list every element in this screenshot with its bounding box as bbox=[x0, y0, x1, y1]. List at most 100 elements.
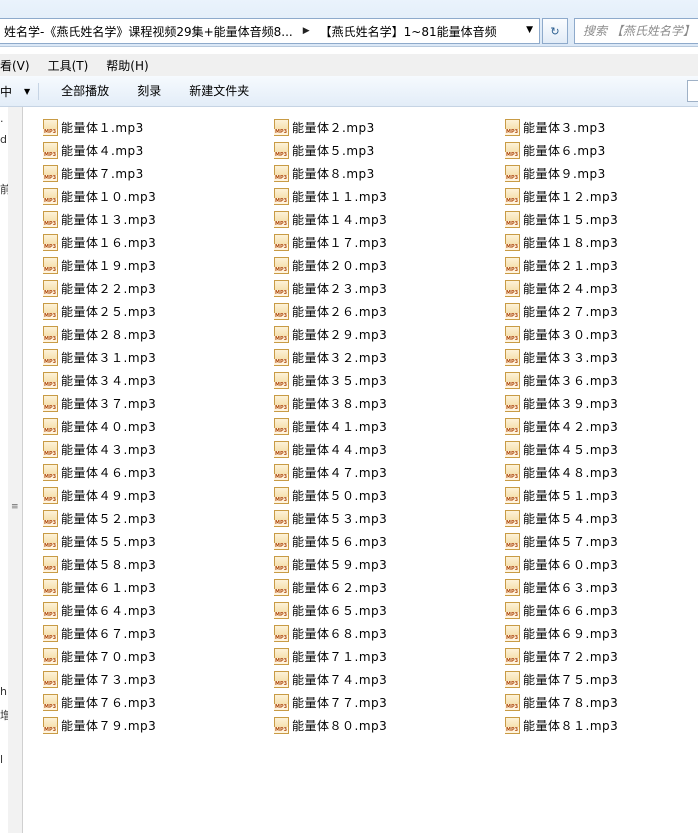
file-item[interactable]: 能量体４.mp3 bbox=[43, 139, 274, 162]
file-item[interactable]: 能量体６８.mp3 bbox=[274, 622, 505, 645]
file-item[interactable]: 能量体５８.mp3 bbox=[43, 553, 274, 576]
file-item[interactable]: 能量体２２.mp3 bbox=[43, 277, 274, 300]
file-item[interactable]: 能量体５５.mp3 bbox=[43, 530, 274, 553]
breadcrumb-chevron-icon[interactable]: ▶ bbox=[297, 26, 316, 36]
file-item[interactable]: 能量体４３.mp3 bbox=[43, 438, 274, 461]
file-item[interactable]: 能量体２４.mp3 bbox=[505, 277, 698, 300]
file-item[interactable]: 能量体６９.mp3 bbox=[505, 622, 698, 645]
file-item[interactable]: 能量体７９.mp3 bbox=[43, 714, 274, 737]
file-item[interactable]: 能量体３.mp3 bbox=[505, 116, 698, 139]
breadcrumb-parent[interactable]: 姓名学-《燕氏姓名学》课程视频29集+能量体音频8... bbox=[0, 23, 297, 40]
file-item[interactable]: 能量体２５.mp3 bbox=[43, 300, 274, 323]
organize-button[interactable]: 中 ▼ bbox=[0, 82, 40, 100]
file-item[interactable]: 能量体７３.mp3 bbox=[43, 668, 274, 691]
file-item[interactable]: 能量体１７.mp3 bbox=[274, 231, 505, 254]
file-item[interactable]: 能量体５.mp3 bbox=[274, 139, 505, 162]
file-item[interactable]: 能量体６２.mp3 bbox=[274, 576, 505, 599]
file-item[interactable]: 能量体４７.mp3 bbox=[274, 461, 505, 484]
file-item[interactable]: 能量体３１.mp3 bbox=[43, 346, 274, 369]
file-item[interactable]: 能量体４５.mp3 bbox=[505, 438, 698, 461]
file-item[interactable]: 能量体７１.mp3 bbox=[274, 645, 505, 668]
file-item[interactable]: 能量体６７.mp3 bbox=[43, 622, 274, 645]
file-item[interactable]: 能量体７０.mp3 bbox=[43, 645, 274, 668]
file-item[interactable]: 能量体３３.mp3 bbox=[505, 346, 698, 369]
file-item[interactable]: 能量体８０.mp3 bbox=[274, 714, 505, 737]
file-item[interactable]: 能量体５７.mp3 bbox=[505, 530, 698, 553]
file-item[interactable]: 能量体６６.mp3 bbox=[505, 599, 698, 622]
file-item[interactable]: 能量体４８.mp3 bbox=[505, 461, 698, 484]
search-input[interactable]: 搜索 【燕氏姓名学】 bbox=[574, 18, 698, 44]
file-item[interactable]: 能量体３８.mp3 bbox=[274, 392, 505, 415]
file-item[interactable]: 能量体２１.mp3 bbox=[505, 254, 698, 277]
file-item[interactable]: 能量体７２.mp3 bbox=[505, 645, 698, 668]
file-item[interactable]: 能量体３０.mp3 bbox=[505, 323, 698, 346]
new-folder-button[interactable]: 新建文件夹 bbox=[175, 76, 263, 106]
file-item[interactable]: 能量体１４.mp3 bbox=[274, 208, 505, 231]
file-item[interactable]: 能量体５４.mp3 bbox=[505, 507, 698, 530]
file-item[interactable]: 能量体６３.mp3 bbox=[505, 576, 698, 599]
pane-splitter[interactable]: ≡ bbox=[8, 107, 23, 833]
file-item[interactable]: 能量体７.mp3 bbox=[43, 162, 274, 185]
file-item[interactable]: 能量体２７.mp3 bbox=[505, 300, 698, 323]
file-item[interactable]: 能量体３２.mp3 bbox=[274, 346, 505, 369]
file-item[interactable]: 能量体２９.mp3 bbox=[274, 323, 505, 346]
file-item[interactable]: 能量体７４.mp3 bbox=[274, 668, 505, 691]
file-item[interactable]: 能量体８.mp3 bbox=[274, 162, 505, 185]
file-item[interactable]: 能量体５９.mp3 bbox=[274, 553, 505, 576]
view-options-button[interactable] bbox=[687, 80, 698, 102]
play-all-button[interactable]: 全部播放 bbox=[47, 76, 123, 106]
address-dropdown-icon[interactable]: ▼ bbox=[526, 25, 533, 35]
file-item[interactable]: 能量体６４.mp3 bbox=[43, 599, 274, 622]
file-item[interactable]: 能量体４６.mp3 bbox=[43, 461, 274, 484]
file-item[interactable]: 能量体４２.mp3 bbox=[505, 415, 698, 438]
file-item[interactable]: 能量体５２.mp3 bbox=[43, 507, 274, 530]
address-bar[interactable]: 姓名学-《燕氏姓名学》课程视频29集+能量体音频8... ▶ 【燕氏姓名学】1~… bbox=[0, 18, 540, 44]
file-item[interactable]: 能量体５６.mp3 bbox=[274, 530, 505, 553]
file-item[interactable]: 能量体１０.mp3 bbox=[43, 185, 274, 208]
file-item[interactable]: 能量体７７.mp3 bbox=[274, 691, 505, 714]
file-item[interactable]: 能量体４９.mp3 bbox=[43, 484, 274, 507]
file-item[interactable]: 能量体２.mp3 bbox=[274, 116, 505, 139]
file-item[interactable]: 能量体６.mp3 bbox=[505, 139, 698, 162]
file-item[interactable]: 能量体３５.mp3 bbox=[274, 369, 505, 392]
menu-view[interactable]: 看(V) bbox=[0, 57, 39, 74]
file-item[interactable]: 能量体７６.mp3 bbox=[43, 691, 274, 714]
file-item[interactable]: 能量体１２.mp3 bbox=[505, 185, 698, 208]
file-item[interactable]: 能量体４４.mp3 bbox=[274, 438, 505, 461]
breadcrumb-current[interactable]: 【燕氏姓名学】1~81能量体音频 bbox=[316, 23, 501, 40]
file-item[interactable]: 能量体２６.mp3 bbox=[274, 300, 505, 323]
file-list[interactable]: 能量体１.mp3 能量体２.mp3 能量体３.mp3 能量体４.mp3 能量体５.mp3… bbox=[23, 107, 698, 833]
burn-button[interactable]: 刻录 bbox=[123, 76, 175, 106]
file-item[interactable]: 能量体１９.mp3 bbox=[43, 254, 274, 277]
file-item[interactable]: 能量体５３.mp3 bbox=[274, 507, 505, 530]
nav-item[interactable]: · bbox=[0, 115, 4, 128]
file-item[interactable]: 能量体６０.mp3 bbox=[505, 553, 698, 576]
file-item[interactable]: 能量体１１.mp3 bbox=[274, 185, 505, 208]
file-item[interactable]: 能量体５１.mp3 bbox=[505, 484, 698, 507]
nav-item[interactable]: l bbox=[0, 753, 3, 766]
file-item[interactable]: 能量体２８.mp3 bbox=[43, 323, 274, 346]
file-item[interactable]: 能量体３６.mp3 bbox=[505, 369, 698, 392]
nav-item[interactable]: h bbox=[0, 685, 7, 698]
refresh-button[interactable]: ↻ bbox=[542, 18, 568, 44]
file-item[interactable]: 能量体７５.mp3 bbox=[505, 668, 698, 691]
file-item[interactable]: 能量体３４.mp3 bbox=[43, 369, 274, 392]
menu-tools[interactable]: 工具(T) bbox=[39, 57, 98, 74]
file-item[interactable]: 能量体３９.mp3 bbox=[505, 392, 698, 415]
file-item[interactable]: 能量体１８.mp3 bbox=[505, 231, 698, 254]
file-item[interactable]: 能量体８１.mp3 bbox=[505, 714, 698, 737]
file-item[interactable]: 能量体７８.mp3 bbox=[505, 691, 698, 714]
file-item[interactable]: 能量体６１.mp3 bbox=[43, 576, 274, 599]
file-item[interactable]: 能量体９.mp3 bbox=[505, 162, 698, 185]
file-item[interactable]: 能量体６５.mp3 bbox=[274, 599, 505, 622]
file-item[interactable]: 能量体２０.mp3 bbox=[274, 254, 505, 277]
file-item[interactable]: 能量体１５.mp3 bbox=[505, 208, 698, 231]
file-item[interactable]: 能量体５０.mp3 bbox=[274, 484, 505, 507]
file-item[interactable]: 能量体３７.mp3 bbox=[43, 392, 274, 415]
file-item[interactable]: 能量体４０.mp3 bbox=[43, 415, 274, 438]
file-item[interactable]: 能量体４１.mp3 bbox=[274, 415, 505, 438]
file-item[interactable]: 能量体１６.mp3 bbox=[43, 231, 274, 254]
menu-help[interactable]: 帮助(H) bbox=[97, 57, 157, 74]
file-item[interactable]: 能量体２３.mp3 bbox=[274, 277, 505, 300]
file-item[interactable]: 能量体１.mp3 bbox=[43, 116, 274, 139]
